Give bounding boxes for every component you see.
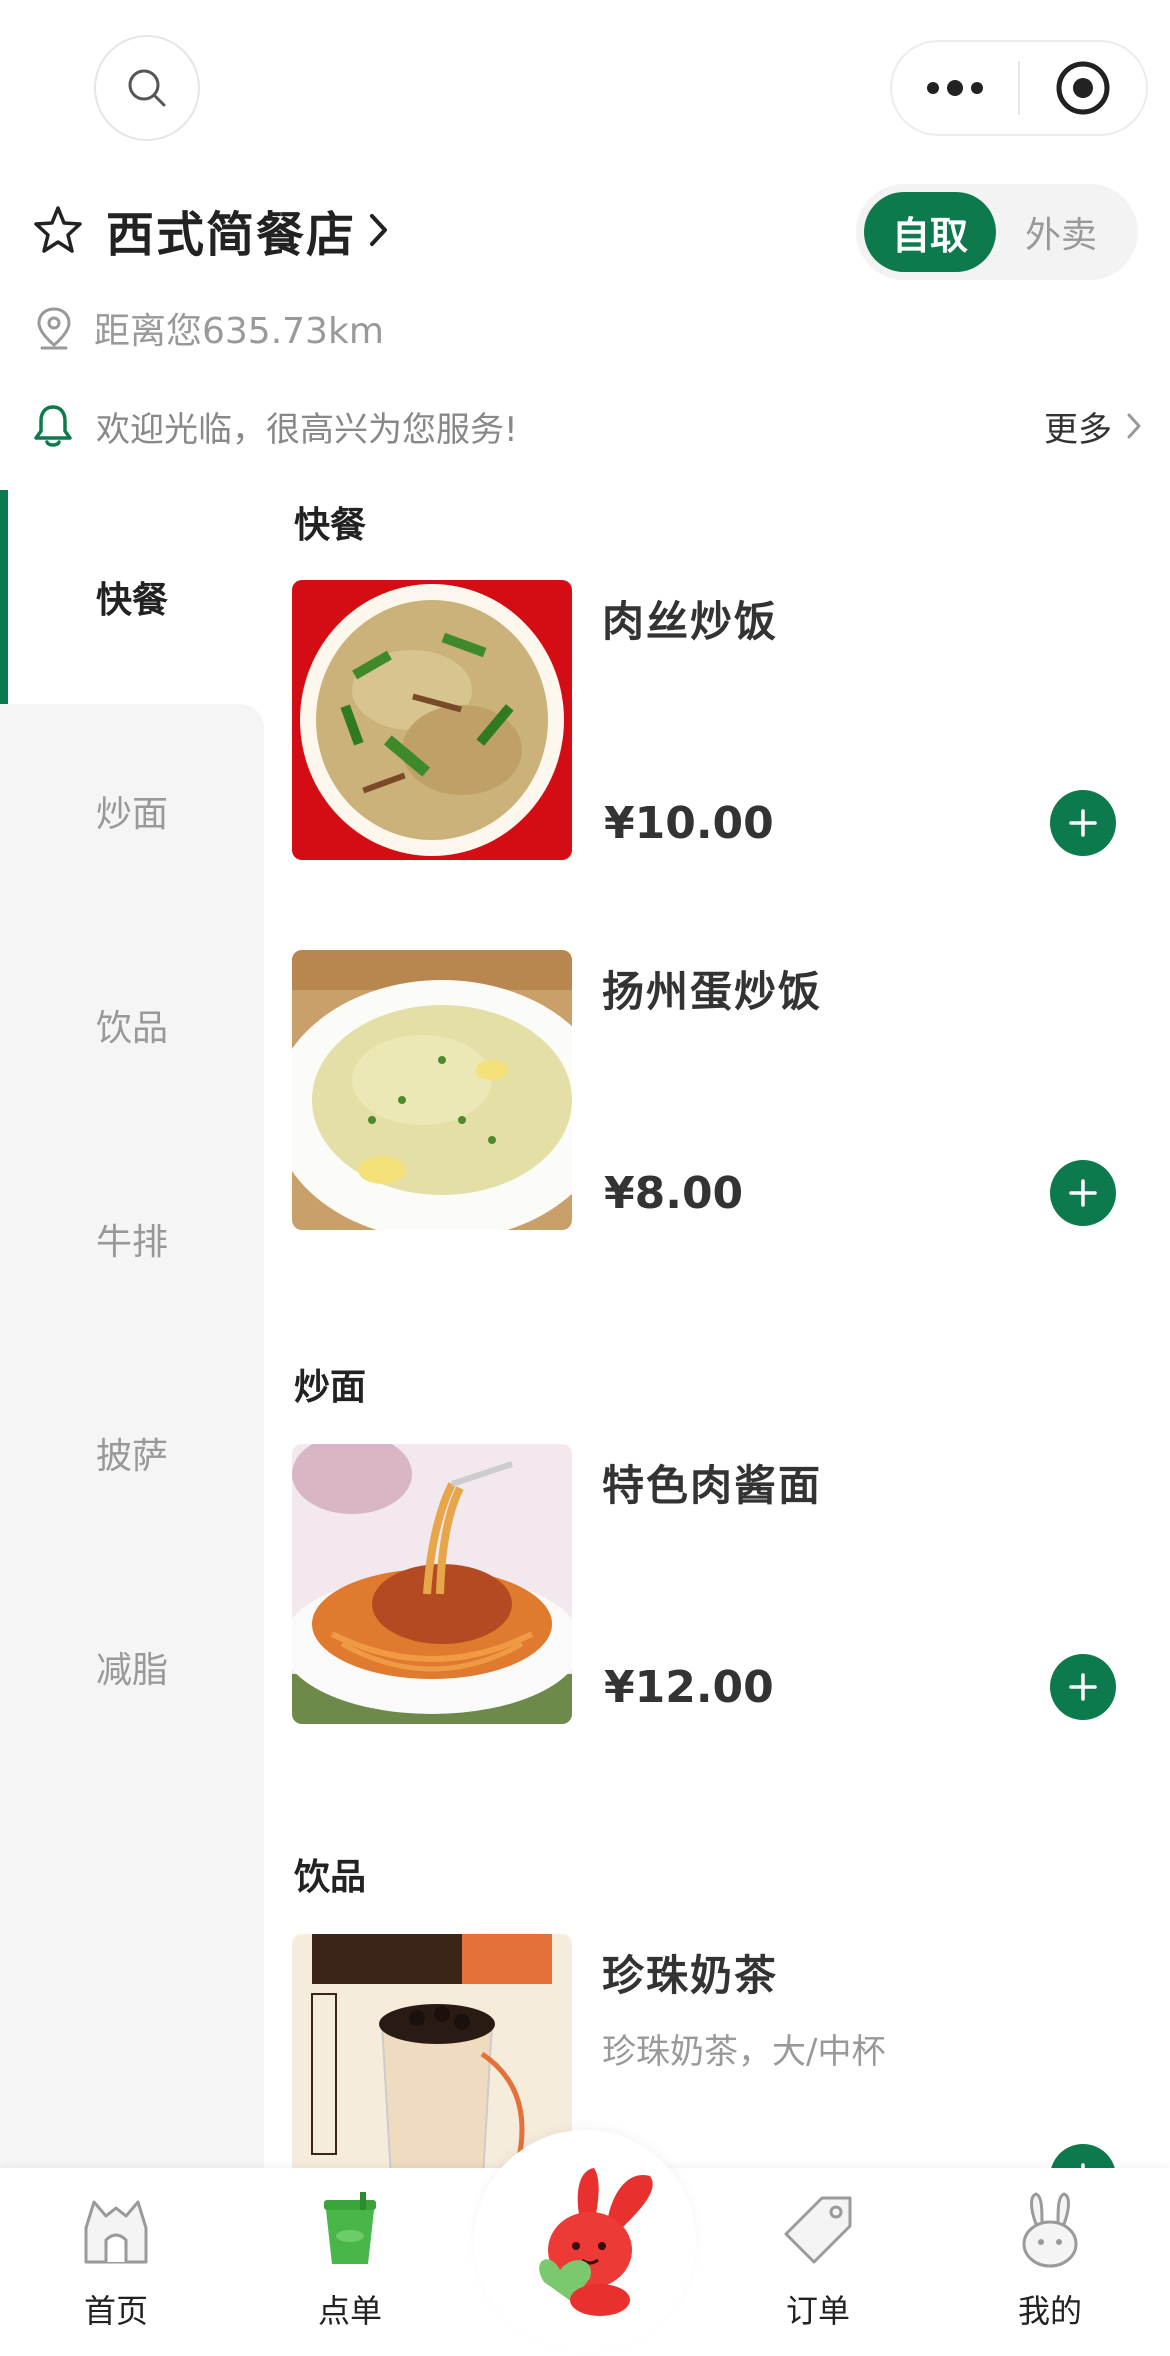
- dish-card[interactable]: 特色肉酱面 ¥12.00: [292, 1444, 1142, 1724]
- sidebar-item-chaomian[interactable]: 炒面: [0, 704, 264, 918]
- sidebar-item-label: 披萨: [95, 1436, 168, 1477]
- dish-name: 特色肉酱面: [602, 1461, 823, 1510]
- sidebar-item-label: 快餐: [95, 580, 168, 621]
- pickup-option[interactable]: 自取: [864, 192, 996, 272]
- dish-price: ¥10.00: [604, 798, 774, 849]
- plus-icon: [1069, 1179, 1097, 1207]
- dish-name: 扬州蛋炒饭: [602, 967, 823, 1016]
- order-cup-icon: [324, 2192, 376, 2264]
- rabbit-icon: [1022, 2192, 1078, 2268]
- plus-icon: [1069, 1673, 1097, 1701]
- sidebar-item-label: 牛排: [95, 1222, 168, 1263]
- star-favorite-icon[interactable]: [32, 204, 84, 256]
- bell-icon: [34, 405, 72, 447]
- section-title: 饮品: [294, 1857, 367, 1898]
- dish-card[interactable]: 肉丝炒饭 ¥10.00: [292, 580, 1142, 860]
- more-dots-icon: [927, 80, 983, 96]
- dish-image: [292, 580, 572, 860]
- store-name: 西式简餐店: [106, 207, 357, 263]
- dish-card[interactable]: 扬州蛋炒饭 ¥8.00: [292, 950, 1142, 1230]
- store-header[interactable]: 西式简餐店: [32, 198, 390, 263]
- search-button[interactable]: [94, 35, 200, 141]
- chevron-right-icon: [1127, 413, 1141, 439]
- dish-name: 珍珠奶茶: [602, 1951, 779, 2000]
- sidebar-item-jianzhi[interactable]: 减脂: [0, 1560, 264, 1774]
- section-title: 炒面: [294, 1367, 367, 1408]
- page: 西式简餐店 自取 外卖 距离您635.73km 欢迎光临，很高兴为您服务! 更多: [0, 0, 1170, 2356]
- dish-price: ¥12.00: [604, 1662, 774, 1713]
- sidebar-item-label: 减脂: [95, 1650, 168, 1691]
- search-icon: [128, 69, 166, 107]
- tab-profile[interactable]: 我的: [950, 2168, 1150, 2356]
- chevron-right-icon: [370, 214, 388, 246]
- notice-text: 欢迎光临，很高兴为您服务!: [96, 409, 518, 450]
- tab-orders[interactable]: 订单: [718, 2168, 918, 2356]
- distance-row: 距离您635.73km: [34, 300, 384, 356]
- sidebar-item-yinpin[interactable]: 饮品: [0, 918, 264, 1132]
- add-to-cart-button[interactable]: [1050, 1654, 1116, 1720]
- distance-text: 距离您635.73km: [94, 311, 384, 352]
- dish-image: [292, 950, 572, 1230]
- notice-more-link[interactable]: 更多: [1044, 402, 1142, 451]
- more-button[interactable]: [892, 40, 1018, 136]
- tab-label: 首页: [83, 2292, 148, 2330]
- sidebar-item-label: 饮品: [95, 1008, 168, 1049]
- add-to-cart-button[interactable]: [1050, 790, 1116, 856]
- tab-label: 订单: [785, 2292, 850, 2330]
- delivery-option[interactable]: 外卖: [996, 192, 1126, 272]
- plus-icon: [1069, 809, 1097, 837]
- notice-bar: 欢迎光临，很高兴为您服务! 更多: [32, 394, 1142, 458]
- tab-label: 我的: [1017, 2292, 1082, 2330]
- notice-more-label: 更多: [1044, 409, 1112, 450]
- tab-home[interactable]: 首页: [16, 2168, 216, 2356]
- section-title: 快餐: [294, 505, 367, 546]
- sidebar-item-kuaican[interactable]: 快餐: [0, 490, 264, 704]
- dish-image: [292, 1444, 572, 1724]
- mini-program-capsule: [890, 40, 1148, 136]
- category-sidebar: 快餐 炒面 饮品 牛排 披萨 减脂: [0, 490, 264, 2170]
- dish-name: 肉丝炒饭: [602, 597, 779, 646]
- location-pin-icon: [37, 307, 71, 350]
- close-button[interactable]: [1020, 40, 1146, 136]
- sidebar-item-niupai[interactable]: 牛排: [0, 1132, 264, 1346]
- target-close-icon: [1056, 61, 1110, 115]
- mascot-center-button[interactable]: [510, 2150, 670, 2320]
- add-to-cart-button[interactable]: [1050, 1160, 1116, 1226]
- tab-order-menu[interactable]: 点单: [250, 2168, 450, 2356]
- tag-icon: [784, 2196, 852, 2264]
- tab-label: 点单: [317, 2292, 382, 2330]
- dish-description: 珍珠奶茶，大/中杯: [602, 2032, 886, 2072]
- sidebar-item-pisa[interactable]: 披萨: [0, 1346, 264, 1560]
- sidebar-item-label: 炒面: [95, 794, 168, 835]
- home-icon: [84, 2200, 148, 2264]
- pickup-delivery-toggle: 自取 外卖: [856, 184, 1138, 280]
- dish-price: ¥8.00: [604, 1168, 744, 1219]
